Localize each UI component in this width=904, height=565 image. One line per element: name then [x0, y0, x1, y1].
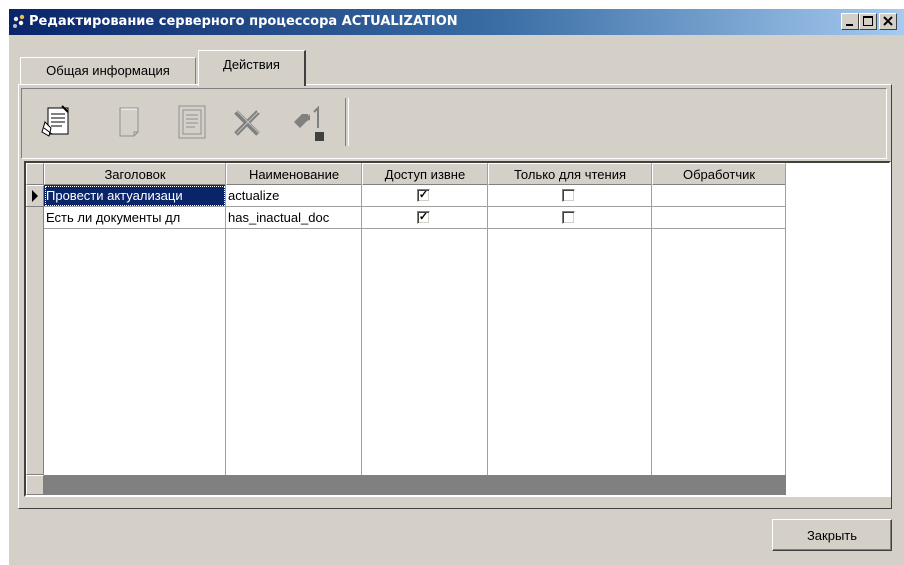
move-down-icon[interactable] [288, 98, 332, 148]
toolbar-separator [345, 98, 349, 146]
cell-row2-external-access[interactable]: ✓ [362, 207, 488, 229]
cell-row1-external-access[interactable]: ✓ [362, 185, 488, 207]
read-only-checkbox[interactable] [562, 189, 575, 202]
cell-row2-handler[interactable] [652, 207, 786, 229]
column-header-read-only[interactable]: Только для чтения [488, 163, 652, 185]
actions-grid[interactable]: Заголовок Наименование Доступ извне Толь… [24, 161, 891, 497]
row-indicator-column [26, 185, 44, 475]
close-icon[interactable] [879, 13, 897, 30]
column-header-title[interactable]: Заголовок [44, 163, 226, 185]
column-header-name[interactable]: Наименование [226, 163, 362, 185]
external-access-checkbox[interactable]: ✓ [417, 211, 430, 224]
tab-general-info[interactable]: Общая информация [20, 57, 196, 84]
cell-row2-name[interactable]: has_inactual_doc [226, 207, 362, 229]
edit-document-icon[interactable] [170, 98, 214, 148]
grid-corner-cell [26, 163, 44, 185]
close-button[interactable]: Закрыть [772, 519, 892, 551]
title-bar[interactable]: Редактирование серверного процессора ACT… [9, 9, 904, 35]
cell-row2-title[interactable]: Есть ли документы дл [44, 207, 226, 229]
cell-row2-read-only[interactable] [488, 207, 652, 229]
delete-icon[interactable] [226, 98, 270, 148]
cell-row1-title[interactable]: Провести актуализаци [44, 185, 226, 207]
cell-row1-name[interactable]: actualize [226, 185, 362, 207]
app-icon [12, 14, 28, 30]
cell-row1-read-only[interactable] [488, 185, 652, 207]
external-access-checkbox[interactable]: ✓ [417, 189, 430, 202]
grid-footer-row [26, 475, 786, 495]
cell-row1-handler[interactable] [652, 185, 786, 207]
minimize-icon[interactable] [841, 13, 859, 30]
footer-indicator-cell [26, 475, 44, 495]
column-header-handler[interactable]: Обработчик [652, 163, 786, 185]
window-title: Редактирование серверного процессора ACT… [29, 14, 458, 29]
column-header-external-access[interactable]: Доступ извне [362, 163, 488, 185]
properties-icon[interactable] [36, 98, 80, 148]
maximize-icon[interactable] [859, 13, 877, 30]
current-row-arrow-icon [30, 190, 40, 205]
new-document-icon[interactable] [108, 98, 152, 148]
tab-actions[interactable]: Действия [198, 50, 306, 86]
read-only-checkbox[interactable] [562, 211, 575, 224]
